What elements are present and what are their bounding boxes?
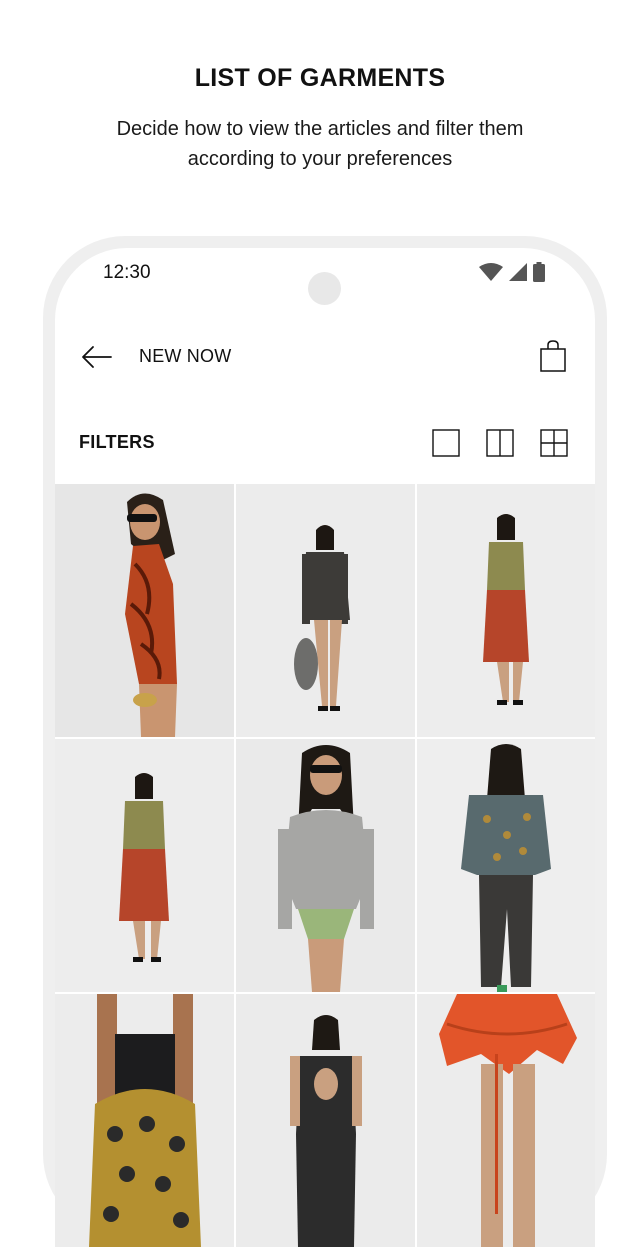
product-image [417, 994, 595, 1247]
product-image [417, 484, 595, 737]
promo-subtitle: Decide how to view the articles and filt… [116, 118, 524, 170]
product-grid [55, 484, 595, 1247]
arrow-left-icon [82, 346, 112, 368]
single-column-view-icon [432, 429, 460, 457]
product-card[interactable] [236, 739, 415, 992]
back-button[interactable] [79, 342, 115, 372]
wifi-icon [479, 263, 503, 286]
product-image [55, 994, 234, 1247]
promo-title: LIST OF GARMENTS [194, 64, 446, 92]
product-card[interactable] [55, 994, 234, 1247]
status-time: 12:30 [103, 262, 151, 283]
single-column-view-button[interactable] [432, 429, 460, 457]
product-image [236, 994, 415, 1247]
product-image [55, 739, 234, 992]
product-card[interactable] [417, 739, 595, 992]
product-card[interactable] [55, 484, 234, 737]
product-image [417, 739, 595, 992]
two-column-view-button[interactable] [486, 429, 514, 457]
product-card[interactable] [417, 484, 595, 737]
filters-button[interactable]: FILTERS [79, 432, 155, 453]
cellular-signal-icon [509, 263, 527, 286]
product-card[interactable] [236, 484, 415, 737]
status-icons [479, 262, 545, 287]
product-image [55, 484, 234, 737]
product-image [236, 739, 415, 992]
shopping-bag-icon [540, 340, 566, 372]
two-column-view-icon [486, 429, 514, 457]
four-grid-view-icon [540, 429, 568, 457]
shopping-bag-button[interactable] [539, 339, 567, 373]
product-image [236, 484, 415, 737]
app-bar: NEW NOW [55, 334, 595, 384]
four-grid-view-button[interactable] [540, 429, 568, 457]
product-card[interactable] [236, 994, 415, 1247]
phone-screen: 12:30 NEW NOW FILTERS [55, 248, 595, 1248]
page-title: NEW NOW [139, 346, 232, 366]
battery-icon [533, 262, 545, 287]
product-card[interactable] [55, 739, 234, 992]
product-card[interactable] [417, 994, 595, 1247]
camera-cutout [308, 272, 341, 305]
